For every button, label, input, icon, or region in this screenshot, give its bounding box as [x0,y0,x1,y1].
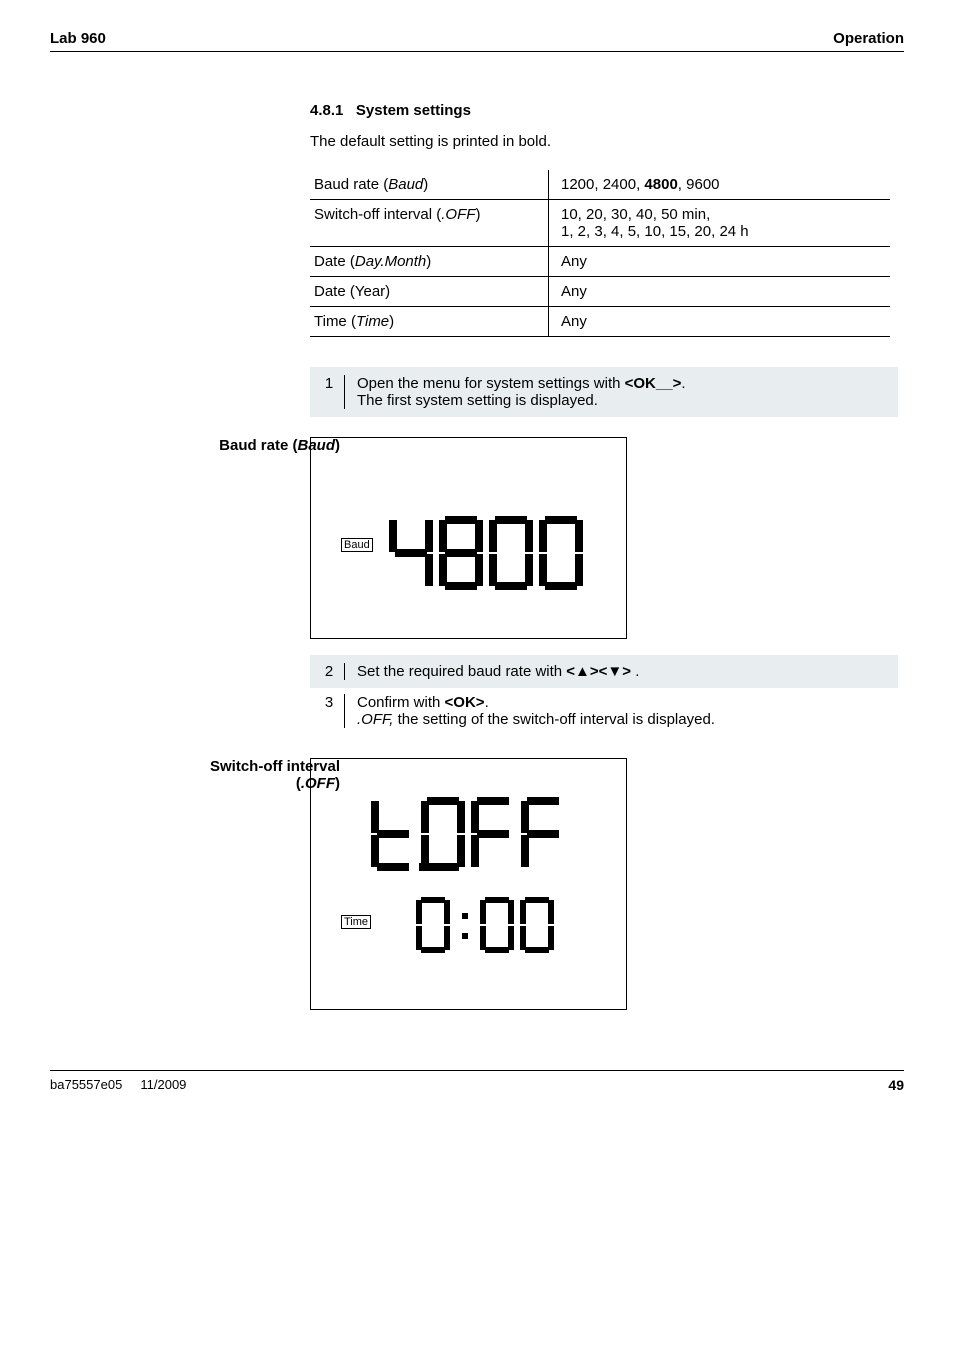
table-row: Baud rate (Baud) 1200, 2400, 4800, 9600 [310,170,890,200]
footer-left: ba75557e05 11/2009 [50,1077,186,1093]
colon [456,897,474,953]
time-badge: Time [341,915,371,929]
header-left: Lab 960 [50,30,106,47]
seg-digit-small-0 [480,897,514,953]
seg-letter-t [371,797,415,871]
seg-letter-F [471,797,515,871]
seg-digit-8 [439,516,483,590]
step-1: 1 Open the menu for system settings with… [310,367,898,417]
step-2: 2 Set the required baud rate with <▲><▼>… [310,655,898,688]
table-row: Date (Day.Month) Any [310,247,890,277]
seg-digit-4 [389,516,433,590]
table-row: Date (Year) Any [310,277,890,307]
seg-digit-small-0 [416,897,450,953]
step-3: 3 Confirm with <OK>. .OFF, the setting o… [310,688,898,730]
side-label-baud: Baud rate (Baud) [110,437,340,454]
seg-letter-O [421,797,465,871]
decimal-dot [419,863,427,871]
seg-letter-F [521,797,565,871]
settings-table: Baud rate (Baud) 1200, 2400, 4800, 9600 … [310,170,890,337]
table-row: Switch-off interval (.OFF) 10, 20, 30, 4… [310,200,890,247]
baud-badge: Baud [341,538,373,552]
seg-digit-small-0 [520,897,554,953]
lcd-off-display: Time [310,758,627,1010]
seg-digit-0 [489,516,533,590]
table-row: Time (Time) Any [310,307,890,337]
lcd-baud-display: Baud [310,437,627,639]
footer-page: 49 [888,1077,904,1093]
section-intro: The default setting is printed in bold. [310,133,904,150]
side-label-off: Switch-off interval (.OFF) [110,758,340,792]
header-right: Operation [833,30,904,47]
section-heading: 4.8.1 System settings [310,102,904,119]
seg-digit-0 [539,516,583,590]
